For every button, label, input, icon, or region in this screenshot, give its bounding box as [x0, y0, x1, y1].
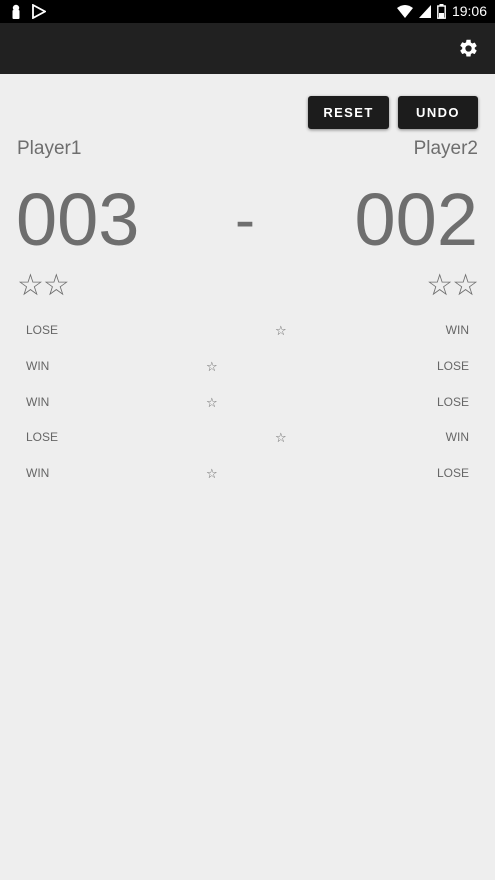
signal-icon [418, 4, 431, 18]
history-right-result: LOSE [436, 466, 469, 480]
history-right-result: WIN [445, 323, 469, 337]
wifi-icon [396, 4, 413, 18]
notification-icon [12, 4, 20, 19]
history-star-icon: ☆ [275, 430, 287, 445]
reset-button[interactable]: RESET [308, 96, 389, 129]
battery-icon [437, 3, 446, 19]
player1-score[interactable]: 003 [16, 176, 139, 264]
history-row: LOSE ☆ WIN [0, 323, 495, 343]
player2-stars: ☆☆ [426, 269, 479, 302]
history-row: WIN ☆ LOSE [0, 395, 495, 415]
history-right-result: LOSE [436, 395, 469, 409]
history-star-icon: ☆ [206, 395, 218, 410]
history-row: LOSE ☆ WIN [0, 430, 495, 450]
history-left-result: LOSE [26, 323, 59, 337]
history-right-result: WIN [445, 430, 469, 444]
history-left-result: LOSE [26, 430, 59, 444]
play-store-icon [32, 4, 46, 19]
gear-icon[interactable] [458, 38, 479, 59]
history-right-result: LOSE [436, 359, 469, 373]
history-left-result: WIN [26, 359, 50, 373]
status-bar: 19:06 [0, 0, 495, 23]
player1-stars: ☆☆ [17, 269, 70, 302]
status-time: 19:06 [451, 3, 487, 19]
score-separator: - [235, 186, 255, 253]
history-row: WIN ☆ LOSE [0, 466, 495, 486]
player2-score[interactable]: 002 [355, 176, 478, 264]
app-bar [0, 23, 495, 74]
history-star-icon: ☆ [206, 466, 218, 481]
history-left-result: WIN [26, 466, 50, 480]
history-star-icon: ☆ [206, 359, 218, 374]
history-row: WIN ☆ LOSE [0, 359, 495, 379]
player1-name: Player1 [17, 138, 82, 159]
history-left-result: WIN [26, 395, 50, 409]
undo-button[interactable]: UNDO [398, 96, 478, 129]
player2-name: Player2 [413, 138, 478, 159]
history-star-icon: ☆ [275, 323, 287, 338]
